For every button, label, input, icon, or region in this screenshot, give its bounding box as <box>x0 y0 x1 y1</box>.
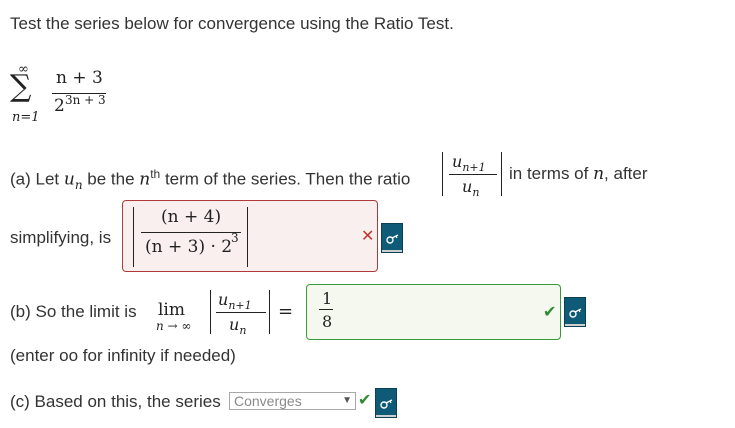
equals-sign: = <box>278 301 294 322</box>
problem-prompt: Test the series below for convergence us… <box>10 14 454 33</box>
answer-denominator: (n + 3) · 2 <box>145 237 233 257</box>
chevron-down-icon: ▼ <box>342 395 352 406</box>
part-a-sentence-end: in terms of n, after <box>509 164 648 184</box>
series-behavior-select[interactable]: Converges ▼ <box>229 392 356 410</box>
series-denominator-base: 2 <box>54 96 65 116</box>
part-b-limit-expression: lim n → ∞ un+1 un = <box>150 288 300 338</box>
abs-bar-left <box>442 152 443 196</box>
lim-abs-bar-right <box>269 290 270 334</box>
key-icon[interactable] <box>564 297 586 327</box>
answer-numerator: (n + 4) <box>161 207 222 227</box>
lim-subscript: n → ∞ <box>156 319 192 333</box>
sum-lower-limit: n=1 <box>12 110 40 125</box>
cross-icon: ✕ <box>361 228 375 245</box>
part-b-label: (b) So the limit is <box>10 302 137 321</box>
part-a-answer-field[interactable]: (n + 4) (n + 3) · 2 3 ✕ <box>122 200 378 272</box>
lim-ratio-numerator: un+1 <box>218 290 252 313</box>
abs-bar-right <box>501 152 502 196</box>
limit-answer-numerator: 1 <box>322 289 333 308</box>
infinity-instruction: (enter oo for infinity if needed) <box>10 346 236 365</box>
ratio-denominator: un <box>462 177 480 200</box>
series-expression: ∞ ∑ n=1 n + 3 2 3n + 3 <box>0 60 130 130</box>
answer-abs-bar-right <box>247 207 248 267</box>
part-a-sentence: (a) Let un be the nth term of the series… <box>10 167 411 193</box>
answer-fraction-bar <box>141 232 241 233</box>
lim-abs-bar-left <box>210 290 211 334</box>
select-value: Converges <box>234 393 302 409</box>
limit-answer-denominator: 8 <box>322 312 333 331</box>
checkmark-icon: ✔ <box>543 304 557 321</box>
lim-ratio-denominator: un <box>229 315 247 338</box>
key-icon[interactable] <box>375 388 397 418</box>
part-b-answer-field[interactable]: 1 8 ✔ <box>306 284 561 340</box>
part-a-simplifying-label: simplifying, is <box>10 228 112 247</box>
part-c-label: (c) Based on this, the series <box>10 392 221 411</box>
key-icon[interactable] <box>381 223 403 253</box>
checkmark-icon: ✔ <box>358 392 372 409</box>
answer-abs-bar-left <box>133 207 134 267</box>
lim-operator: lim <box>158 300 185 320</box>
answer-denominator-exponent: 3 <box>231 231 239 245</box>
series-numerator: n + 3 <box>56 68 103 88</box>
ratio-numerator: un+1 <box>452 152 486 175</box>
limit-answer-fraction-bar <box>319 309 333 310</box>
part-a-ratio-expression: un+1 un <box>440 150 504 200</box>
ratio-fraction-bar <box>449 174 497 175</box>
sum-symbol: ∑ <box>10 69 32 104</box>
series-denominator-exponent: 3n + 3 <box>65 93 106 107</box>
lim-ratio-fraction-bar <box>216 312 266 313</box>
